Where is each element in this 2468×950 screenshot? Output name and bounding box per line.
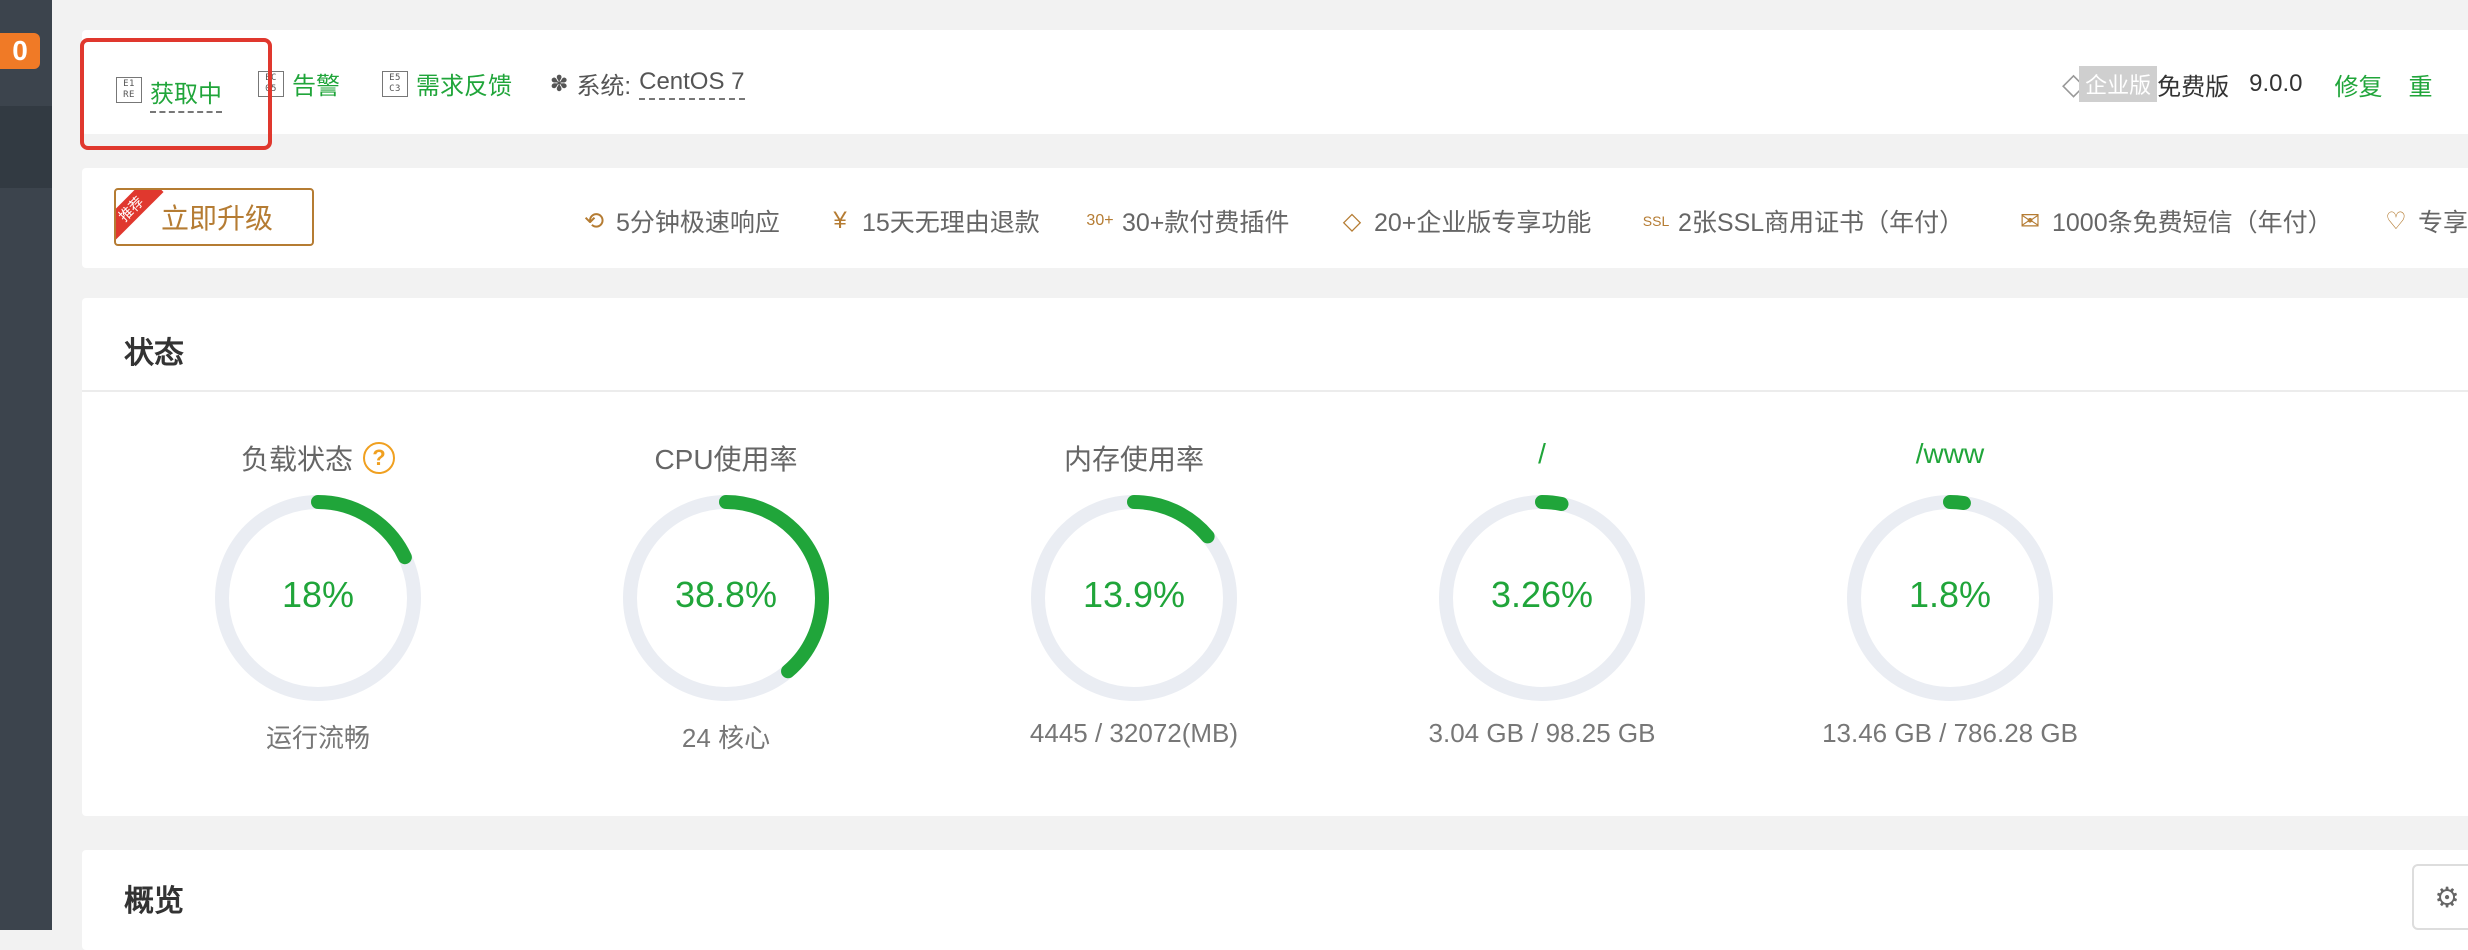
feature-exclusive[interactable]: ♡ 专享 xyxy=(2382,203,2468,239)
edition-label: 免费版 xyxy=(2157,73,2230,101)
gauge-disk-www[interactable]: /www 1.8% 13.46 GB / 786.28 GB xyxy=(1820,438,2080,778)
gauge-value: 13.9% xyxy=(1082,574,1186,615)
gear-icon: ✽ xyxy=(550,70,569,96)
gauge-title-text: 内存使用率 xyxy=(1063,444,1204,475)
overview-card: 概览 ⚙ xyxy=(82,850,2468,950)
gauge-value: 3.26% xyxy=(1490,574,1594,615)
gauge-disk-root[interactable]: / 3.26% 3.04 GB / 98.25 GB xyxy=(1412,438,1672,778)
version-label: 9.0.0 xyxy=(2249,70,2303,97)
gauge-cpu[interactable]: CPU使用率 38.8% 24 核心 xyxy=(596,438,856,778)
system-prefix: 系统: xyxy=(576,73,632,100)
feature-sms[interactable]: ✉ 1000条免费短信（年付） xyxy=(2016,203,2333,239)
overview-title: 概览 xyxy=(124,885,184,918)
sidebar-active-item[interactable] xyxy=(0,106,52,188)
status-title: 状态 xyxy=(124,337,184,370)
feature-fast-response[interactable]: ⟲ 5分钟极速响应 xyxy=(580,203,780,239)
feature-enterprise[interactable]: ◇ 20+企业版专享功能 xyxy=(1338,203,1592,239)
gauge-subtitle: 13.46 GB / 786.28 GB xyxy=(1822,718,2078,748)
gauge-value: 18% xyxy=(281,574,355,615)
feature-ssl[interactable]: SSL 2张SSL商用证书（年付） xyxy=(1642,203,1964,239)
gauge-title-text: CPU使用率 xyxy=(654,444,798,475)
gauge-subtitle: 3.04 GB / 98.25 GB xyxy=(1428,718,1656,748)
gauge-value: 38.8% xyxy=(674,574,778,615)
feedback-label: 需求反馈 xyxy=(416,73,512,100)
gauge-title: / xyxy=(1412,438,1672,470)
feature-label: 15天无理由退款 xyxy=(862,209,1040,237)
heart-icon: ♡ xyxy=(2385,207,2407,235)
gauge-subtitle: 4445 / 32072(MB) xyxy=(1029,718,1239,748)
feature-label: 20+企业版专享功能 xyxy=(1374,209,1592,237)
plugin-icon: 30+ xyxy=(1086,212,1114,229)
diamond-icon: ◇ xyxy=(1342,207,1362,235)
recommend-ribbon: 推荐 xyxy=(116,190,164,242)
feature-label: 30+款付费插件 xyxy=(1122,209,1290,237)
feedback-link[interactable]: E5 C3 需求反馈 xyxy=(382,66,512,101)
sidebar: 0 xyxy=(0,0,52,930)
gauge-subtitle: 运行流畅 xyxy=(265,723,370,753)
gear-icon: ⚙ xyxy=(2434,881,2460,913)
notification-badge[interactable]: 0 xyxy=(0,33,40,69)
gauge-title-text: /www xyxy=(1915,438,1985,469)
feature-label: 专享 xyxy=(2418,209,2468,237)
feature-label: 2张SSL商用证书（年付） xyxy=(1678,209,1965,237)
feedback-icon: E5 C3 xyxy=(382,70,408,97)
feature-refund[interactable]: ¥ 15天无理由退款 xyxy=(826,203,1040,239)
status-divider xyxy=(82,390,2468,392)
top-bar: E1 RE 获取中 EC 05 告警 E5 C3 需求反馈 ✽ 系统: Cent… xyxy=(82,30,2468,134)
ssl-icon: SSL xyxy=(1642,213,1670,229)
settings-button[interactable]: ⚙ xyxy=(2412,864,2468,930)
gauge-title-text: 负载状态 xyxy=(240,444,353,475)
fetch-highlight-box xyxy=(80,38,272,150)
system-info[interactable]: ✽ 系统: CentOS 7 xyxy=(550,66,745,101)
gauge-title: 内存使用率 xyxy=(1004,438,1264,478)
gauge-subtitle: 24 核心 xyxy=(681,723,771,753)
refund-icon: ¥ xyxy=(833,207,847,234)
upgrade-bar: 推荐 立即升级 ⟲ 5分钟极速响应 ¥ 15天无理由退款 30+ 30+款付费插… xyxy=(82,168,2468,268)
fast-response-icon: ⟲ xyxy=(583,207,605,235)
upgrade-button[interactable]: 推荐 立即升级 xyxy=(114,188,314,246)
alert-label: 告警 xyxy=(292,73,340,100)
gauge-memory[interactable]: 内存使用率 13.9% 4445 / 32072(MB) xyxy=(1004,438,1264,778)
gauge-title: CPU使用率 xyxy=(596,438,856,478)
upgrade-button-label: 立即升级 xyxy=(160,203,273,234)
edition-info: ◇ 企业版 免费版 9.0.0 修复 重 xyxy=(2062,66,2432,102)
repair-link[interactable]: 修复 xyxy=(2334,67,2382,102)
feature-label: 1000条免费短信（年付） xyxy=(2052,209,2333,237)
system-value: CentOS 7 xyxy=(639,68,745,100)
gauge-value: 1.8% xyxy=(1908,574,1992,615)
restart-link[interactable]: 重 xyxy=(2408,67,2432,102)
gauge-title: /www xyxy=(1820,438,2080,470)
gauge-title-text: / xyxy=(1538,438,1546,469)
help-icon[interactable]: ? xyxy=(363,442,395,474)
mail-icon: ✉ xyxy=(2019,207,2041,235)
feature-plugins[interactable]: 30+ 30+款付费插件 xyxy=(1086,203,1289,239)
enterprise-badge[interactable]: 企业版 xyxy=(2079,66,2158,102)
gauge-title: 负载状态? xyxy=(188,438,448,478)
gauge-load[interactable]: 负载状态? 18% 运行流畅 xyxy=(188,438,448,778)
feature-label: 5分钟极速响应 xyxy=(616,209,780,237)
status-card: 状态 负载状态? 18% 运行流畅 CPU使用率 38.8% 24 核心 内存使用率 13.9… xyxy=(82,298,2468,816)
